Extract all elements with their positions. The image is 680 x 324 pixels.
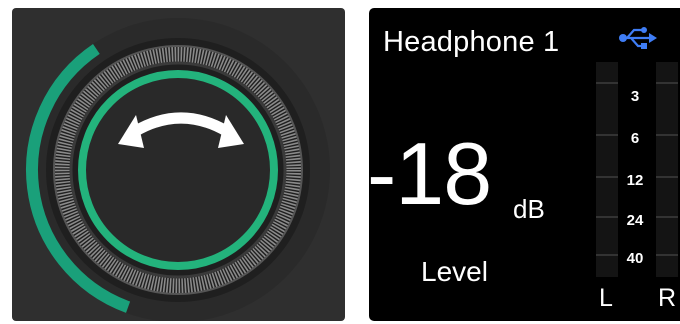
meter-left [596, 62, 618, 277]
usb-icon [619, 27, 657, 49]
level-knob[interactable] [12, 8, 345, 321]
level-db-value: -18 [369, 124, 492, 223]
level-db-unit: dB [513, 194, 545, 224]
meter-tick [656, 176, 678, 178]
headphone-display: Headphone 1 -18 dB Level 3 6 12 24 40 L … [369, 8, 680, 321]
meter-scale-label: 40 [626, 250, 644, 267]
right-channel-label: R [658, 284, 677, 312]
left-channel-label: L [599, 284, 613, 312]
meter-scale-label: 3 [630, 88, 640, 105]
meter-scale-label: 6 [630, 130, 640, 147]
meter-tick [596, 82, 618, 84]
meter-tick [596, 216, 618, 218]
meter-right [656, 62, 678, 277]
meter-tick [656, 134, 678, 136]
headphone-title: Headphone 1 [383, 26, 560, 58]
level-label: Level [421, 256, 488, 287]
meter-tick [656, 82, 678, 84]
meter-scale-label: 12 [626, 172, 644, 189]
meter-scale-label: 24 [626, 212, 644, 229]
meter-tick [656, 216, 678, 218]
meter-tick [596, 134, 618, 136]
meter-tick [656, 254, 678, 256]
level-knob-panel [12, 8, 345, 321]
meter-tick [596, 176, 618, 178]
meter-tick [596, 254, 618, 256]
